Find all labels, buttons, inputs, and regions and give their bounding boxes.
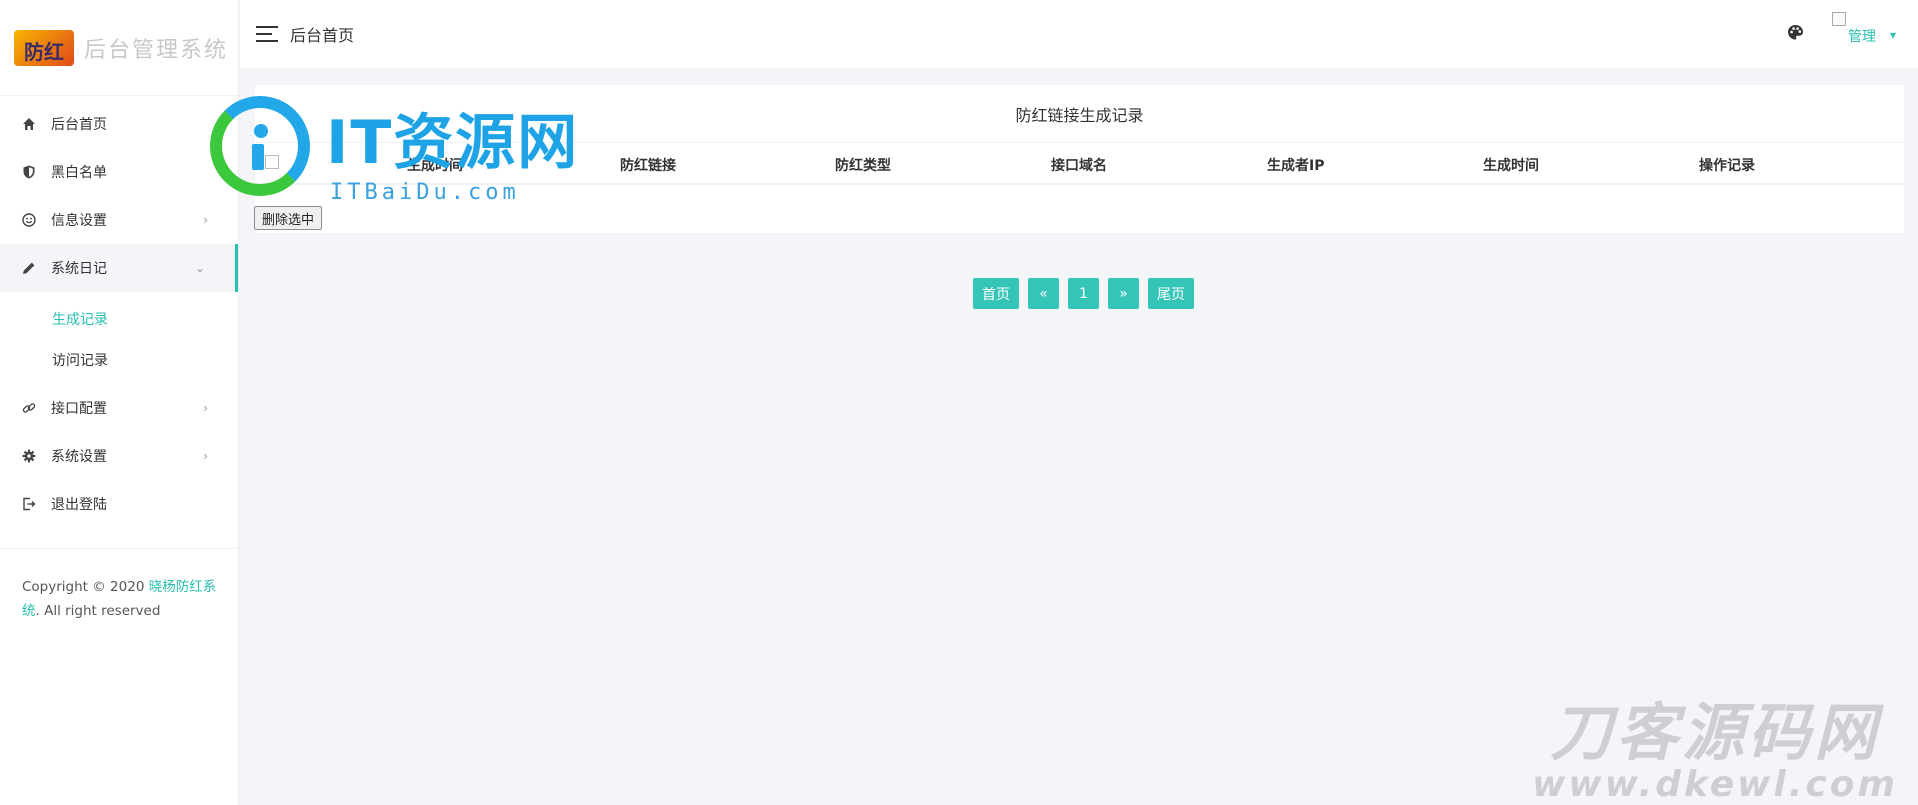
watermark-bottom: 刀客源码网 www.dkewl.com (1532, 700, 1898, 804)
column-header: 生成时间 (1483, 158, 1539, 174)
sidebar-item-label: 系统设置 (51, 449, 107, 465)
user-name: 管理 (1847, 29, 1876, 45)
sidebar-item-system-log[interactable]: 系统日记 ⌄ (0, 244, 238, 292)
user-menu[interactable]: 管理 ▾ (1831, 12, 1896, 46)
sidebar-item-label: 信息设置 (51, 213, 107, 229)
first-page-button[interactable]: 首页 (973, 278, 1019, 309)
copyright-prefix: Copyright © 2020 (22, 579, 149, 595)
sidebar-nav: 后台首页 黑白名单 信息设置 › 系统日记 ⌄ 生成记录 访问记录 接口配置 ›… (0, 96, 238, 528)
pencil-icon (22, 261, 36, 275)
column-header: 防红类型 (835, 158, 891, 174)
home-icon (22, 117, 36, 131)
sidebar-subitem-visit-log[interactable]: 访问记录 (0, 339, 238, 380)
menu-toggle-icon[interactable] (256, 26, 278, 42)
column-header: 接口域名 (1051, 158, 1107, 174)
smile-icon (22, 213, 36, 227)
caret-down-icon: ▾ (1889, 28, 1896, 42)
sidebar-item-label: 退出登陆 (51, 497, 107, 513)
watermark-bottom-text: 刀客源码网 (1550, 696, 1881, 769)
sidebar-item-home[interactable]: 后台首页 (0, 100, 238, 148)
gear-icon (22, 449, 36, 463)
page-1-button[interactable]: 1 (1068, 278, 1099, 309)
sidebar-item-label: 接口配置 (51, 401, 107, 417)
next-page-button[interactable]: » (1108, 278, 1139, 309)
prev-page-button[interactable]: « (1028, 278, 1059, 309)
link-icon (22, 401, 36, 415)
copyright-footer: Copyright © 2020 晓杨防红系统. All right reser… (0, 548, 239, 623)
copyright-suffix: . All right reserved (35, 603, 161, 619)
chevron-down-icon: ⌄ (194, 261, 205, 275)
sidebar-subitem-generate-log[interactable]: 生成记录 (0, 298, 238, 339)
watermark-top: IT资源网 ITBaiDu.com (210, 92, 630, 212)
sidebar-item-label: 后台首页 (51, 117, 107, 133)
watermark-logo-dot (254, 124, 268, 138)
top-header: 后台首页 管理 ▾ (240, 0, 1918, 68)
shield-icon (22, 165, 36, 179)
logout-icon (22, 497, 36, 511)
avatar (1831, 12, 1846, 26)
chevron-right-icon: › (203, 213, 208, 227)
palette-icon[interactable] (1787, 24, 1804, 46)
page-title: 后台首页 (290, 26, 355, 45)
last-page-button[interactable]: 尾页 (1148, 278, 1194, 309)
watermark-top-text: IT资源网 (326, 108, 580, 178)
brand-title: 后台管理系统 (84, 37, 229, 63)
sidebar-item-api-config[interactable]: 接口配置 › (0, 384, 238, 432)
sidebar-item-label: 黑白名单 (51, 165, 107, 181)
pagination: 首页 « 1 » 尾页 (973, 278, 1203, 309)
chevron-right-icon: › (203, 401, 208, 415)
brand[interactable]: 防红 后台管理系统 (0, 0, 238, 96)
sidebar: 防红 后台管理系统 后台首页 黑白名单 信息设置 › 系统日记 ⌄ 生成记录 访… (0, 0, 239, 805)
chevron-right-icon: › (203, 449, 208, 463)
brand-logo: 防红 (14, 29, 74, 66)
watermark-bottom-subtext: www.dkewl.com (1532, 764, 1898, 805)
watermark-top-subtext: ITBaiDu.com (330, 180, 520, 205)
sidebar-item-blacklist[interactable]: 黑白名单 (0, 148, 238, 196)
sidebar-item-label: 系统日记 (51, 261, 107, 277)
sidebar-item-info-settings[interactable]: 信息设置 › (0, 196, 238, 244)
watermark-logo-bar (252, 144, 264, 170)
sidebar-item-logout[interactable]: 退出登陆 (0, 480, 238, 528)
column-header: 生成者IP (1267, 158, 1325, 174)
column-header: 操作记录 (1699, 158, 1755, 174)
sidebar-item-system-settings[interactable]: 系统设置 › (0, 432, 238, 480)
sidebar-submenu: 生成记录 访问记录 (0, 292, 238, 384)
